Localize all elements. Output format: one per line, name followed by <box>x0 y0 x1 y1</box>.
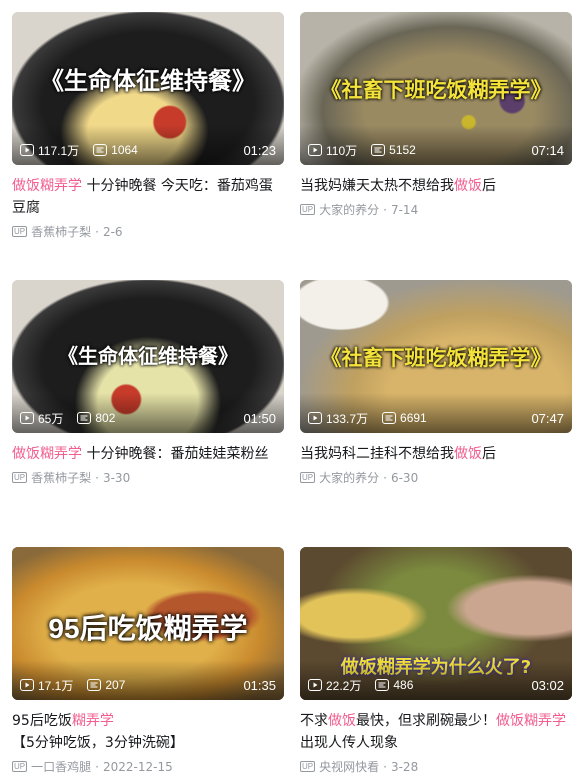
danmaku-count-icon <box>382 412 397 424</box>
video-meta: UP 大家的养分 · 7-14 <box>300 201 419 218</box>
author-name[interactable]: 央视网快看 <box>319 758 379 775</box>
publish-date: 2-6 <box>102 224 123 239</box>
video-card[interactable]: 《生命体征维持餐》 117.1万 1064 01:23 做饭糊弄学 十分钟晚餐 … <box>12 12 284 240</box>
view-count: 17.1万 <box>38 678 74 693</box>
video-meta: UP 一口香鸡腿 · 2022-12-15 <box>12 758 173 775</box>
play-count-icon <box>20 679 34 691</box>
danmaku-count-icon <box>93 144 108 156</box>
video-meta: UP 香蕉柿子梨 · 3-30 <box>12 469 131 486</box>
video-duration: 01:50 <box>243 410 276 426</box>
video-stats: 117.1万 1064 01:23 <box>20 141 276 159</box>
view-count: 110万 <box>326 143 358 158</box>
video-thumbnail[interactable]: 《社畜下班吃饭糊弄学》 133.7万 6691 07:47 <box>300 280 572 433</box>
danmaku-count-icon <box>87 679 102 691</box>
thumbnail-caption: 《生命体征维持餐》 <box>58 344 238 368</box>
danmaku-count: 6691 <box>400 411 427 425</box>
danmaku-count: 486 <box>393 678 414 692</box>
publish-date: 3-30 <box>102 470 131 485</box>
video-meta: UP 央视网快看 · 3-28 <box>300 758 419 775</box>
video-title[interactable]: 做饭糊弄学 十分钟晚餐：番茄娃娃菜粉丝 <box>12 443 284 465</box>
video-thumbnail[interactable]: 《社畜下班吃饭糊弄学》 110万 5152 07:14 <box>300 12 572 165</box>
thumbnail-caption: 《生命体征维持餐》 <box>40 67 256 95</box>
up-badge-icon: UP <box>12 226 28 237</box>
up-badge-icon: UP <box>300 204 316 215</box>
video-title[interactable]: 不求做饭最快，但求刷碗最少！做饭糊弄学出现人传人现象 <box>300 710 572 754</box>
video-title[interactable]: 95后吃饭糊弄学【5分钟吃饭，3分钟洗碗】 <box>12 710 284 754</box>
publish-date: 3-28 <box>390 759 419 774</box>
danmaku-count-icon <box>77 412 92 424</box>
publish-date: 7-14 <box>390 202 419 217</box>
video-card[interactable]: 《社畜下班吃饭糊弄学》 133.7万 6691 07:47 当我妈科二挂科不想给… <box>300 280 572 486</box>
play-count-icon <box>308 144 322 156</box>
author-name[interactable]: 香蕉柿子梨 <box>31 223 91 240</box>
up-badge-icon: UP <box>12 761 28 772</box>
play-count-icon <box>20 412 34 424</box>
author-name[interactable]: 大家的养分 <box>319 469 379 486</box>
video-card[interactable]: 做饭糊弄学为什么火了? 22.2万 486 03:02 不求做饭最快，但求刷碗最… <box>300 547 572 775</box>
video-duration: 01:23 <box>243 142 276 158</box>
video-duration: 01:35 <box>243 677 276 693</box>
video-thumbnail[interactable]: 《生命体征维持餐》 117.1万 1064 01:23 <box>12 12 284 165</box>
danmaku-count: 207 <box>105 678 126 692</box>
author-name[interactable]: 香蕉柿子梨 <box>31 469 91 486</box>
video-title[interactable]: 当我妈嫌天太热不想给我做饭后 <box>300 175 572 197</box>
play-count-icon <box>308 679 322 691</box>
video-thumbnail[interactable]: 做饭糊弄学为什么火了? 22.2万 486 03:02 <box>300 547 572 700</box>
video-stats: 133.7万 6691 07:47 <box>308 409 564 427</box>
play-count-icon <box>308 412 322 424</box>
video-duration: 03:02 <box>531 677 564 693</box>
publish-date: 2022-12-15 <box>102 759 173 774</box>
danmaku-count: 5152 <box>389 143 416 157</box>
up-badge-icon: UP <box>300 472 316 483</box>
play-count-icon <box>20 144 34 156</box>
danmaku-count: 802 <box>95 411 116 425</box>
view-count: 22.2万 <box>326 678 362 693</box>
view-count: 133.7万 <box>326 411 369 426</box>
up-badge-icon: UP <box>12 472 28 483</box>
danmaku-count-icon <box>371 144 386 156</box>
view-count: 65万 <box>38 411 64 426</box>
danmaku-count-icon <box>375 679 390 691</box>
thumbnail-caption: 《社畜下班吃饭糊弄学》 <box>320 78 552 102</box>
author-name[interactable]: 一口香鸡腿 <box>31 758 91 775</box>
video-stats: 22.2万 486 03:02 <box>308 676 564 694</box>
video-card[interactable]: 《生命体征维持餐》 65万 802 01:50 做饭糊弄学 十分钟晚餐：番茄娃娃… <box>12 280 284 486</box>
thumbnail-caption: 95后吃饭糊弄学 <box>48 613 248 644</box>
video-meta: UP 大家的养分 · 6-30 <box>300 469 419 486</box>
view-count: 117.1万 <box>38 143 80 158</box>
video-card[interactable]: 95后吃饭糊弄学 17.1万 207 01:35 95后吃饭糊弄学【5分钟吃饭，… <box>12 547 284 775</box>
video-title[interactable]: 当我妈科二挂科不想给我做饭后 <box>300 443 572 465</box>
publish-date: 6-30 <box>390 470 419 485</box>
video-title[interactable]: 做饭糊弄学 十分钟晚餐 今天吃：番茄鸡蛋豆腐 <box>12 175 284 219</box>
video-stats: 110万 5152 07:14 <box>308 141 564 159</box>
thumbnail-caption: 《社畜下班吃饭糊弄学》 <box>320 346 552 370</box>
video-meta: UP 香蕉柿子梨 · 2-6 <box>12 223 123 240</box>
video-stats: 17.1万 207 01:35 <box>20 676 276 694</box>
video-card[interactable]: 《社畜下班吃饭糊弄学》 110万 5152 07:14 当我妈嫌天太热不想给我做… <box>300 12 572 218</box>
video-thumbnail[interactable]: 《生命体征维持餐》 65万 802 01:50 <box>12 280 284 433</box>
video-duration: 07:14 <box>531 142 564 158</box>
video-thumbnail[interactable]: 95后吃饭糊弄学 17.1万 207 01:35 <box>12 547 284 700</box>
author-name[interactable]: 大家的养分 <box>319 201 379 218</box>
up-badge-icon: UP <box>300 761 316 772</box>
video-duration: 07:47 <box>531 410 564 426</box>
video-stats: 65万 802 01:50 <box>20 409 276 427</box>
danmaku-count: 1064 <box>111 143 138 157</box>
